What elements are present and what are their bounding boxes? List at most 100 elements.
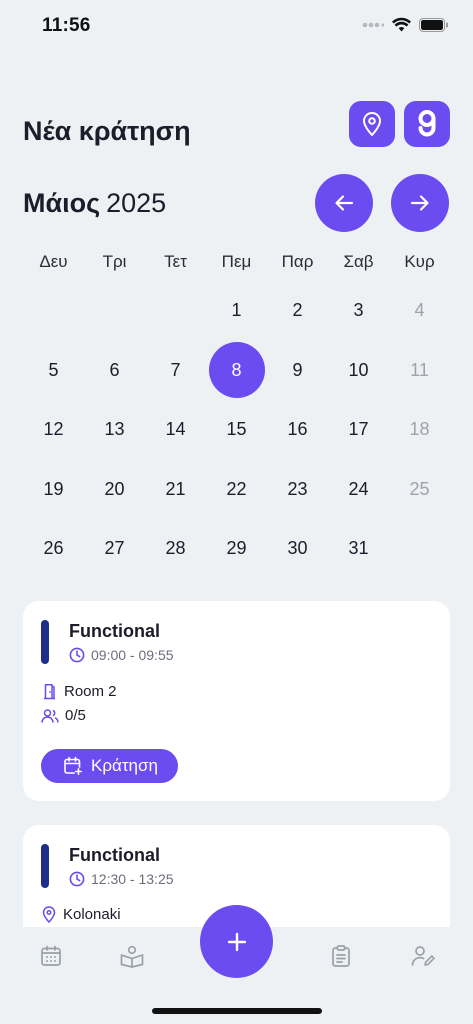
calendar-day[interactable]: 30 — [267, 519, 328, 579]
calendar-day-number: 26 — [43, 538, 64, 559]
calendar-day[interactable]: 26 — [23, 519, 84, 579]
calendar-day-number: 20 — [104, 478, 125, 499]
class-capacity-text: 0/5 — [65, 707, 86, 724]
calendar-day[interactable]: 27 — [84, 519, 145, 579]
calendar-day[interactable]: 29 — [206, 519, 267, 579]
class-location: Kolonaki — [41, 906, 121, 923]
page-title: Νέα κράτηση — [23, 116, 191, 146]
nav-profile[interactable] — [410, 943, 436, 969]
calendar-day[interactable]: 31 — [328, 519, 389, 579]
calendar-day-number: 10 — [348, 359, 369, 380]
arrow-left-icon — [335, 195, 354, 211]
calendar-day-number: 9 — [292, 359, 303, 380]
arrow-right-icon — [410, 195, 429, 211]
status-time: 11:56 — [42, 15, 91, 36]
month-label: Μάιος — [23, 188, 101, 218]
calendar-day[interactable]: 21 — [145, 460, 206, 520]
calendar-day[interactable]: 24 — [328, 460, 389, 520]
class-room-text: Room 2 — [64, 683, 117, 700]
calendar-empty-cell — [84, 281, 145, 341]
calendar-day[interactable]: 20 — [84, 460, 145, 520]
calendar-day[interactable]: 4 — [389, 281, 450, 341]
weekday-label: Δευ — [39, 252, 68, 271]
calendar-day[interactable]: 7 — [145, 341, 206, 401]
calendar-day-number: 15 — [226, 419, 247, 440]
weekday-header: Δευ Τρι Τετ Πεμ Παρ Σαβ Κυρ — [23, 252, 450, 272]
gym-logo-icon — [418, 110, 436, 137]
calendar-day[interactable]: 5 — [23, 341, 84, 401]
calendar-day[interactable]: 22 — [206, 460, 267, 520]
calendar-day[interactable]: 14 — [145, 400, 206, 460]
calendar-day[interactable]: 15 — [206, 400, 267, 460]
class-time-text: 12:30 - 13:25 — [91, 871, 174, 887]
wifi-icon — [392, 17, 411, 32]
calendar-day-number: 31 — [348, 538, 369, 559]
gym-logo-button[interactable] — [404, 101, 450, 147]
calendar-day[interactable]: 28 — [145, 519, 206, 579]
calendar-day-number: 17 — [348, 419, 369, 440]
calendar-day-number: 12 — [43, 419, 64, 440]
weekday-label: Τρι — [102, 252, 127, 271]
signal-dots-icon — [362, 22, 384, 27]
calendar-day[interactable]: 12 — [23, 400, 84, 460]
location-button[interactable] — [349, 101, 395, 147]
calendar-day-number: 18 — [409, 419, 430, 440]
next-month-button[interactable] — [391, 174, 449, 232]
class-card[interactable]: Functional 09:00 - 09:55 Room 2 0/5 Κράτ… — [23, 601, 450, 801]
class-time-text: 09:00 - 09:55 — [91, 647, 174, 663]
calendar-icon — [41, 945, 61, 966]
calendar-day-number: 11 — [410, 359, 429, 380]
class-capacity: 0/5 — [41, 707, 86, 724]
calendar-day[interactable]: 11 — [389, 341, 450, 401]
book-button[interactable]: Κράτηση — [41, 749, 178, 783]
calendar-day[interactable]: 18 — [389, 400, 450, 460]
calendar-empty-cell — [389, 519, 450, 579]
calendar-add-icon — [64, 756, 83, 776]
nav-reader[interactable] — [119, 943, 145, 969]
calendar-day[interactable]: 10 — [328, 341, 389, 401]
calendar-day-number: 23 — [287, 478, 308, 499]
calendar-day-number: 22 — [226, 478, 247, 499]
calendar-day[interactable]: 9 — [267, 341, 328, 401]
calendar-empty-cell — [23, 281, 84, 341]
calendar-day[interactable]: 16 — [267, 400, 328, 460]
calendar-day-number: 25 — [409, 478, 430, 499]
class-name: Functional — [69, 621, 160, 641]
calendar-day[interactable]: 1 — [206, 281, 267, 341]
calendar-day[interactable]: 17 — [328, 400, 389, 460]
calendar-day-number: 4 — [414, 300, 425, 321]
home-indicator — [152, 1008, 322, 1014]
calendar-day-number: 1 — [231, 300, 242, 321]
calendar-day[interactable]: 19 — [23, 460, 84, 520]
location-pin-icon — [363, 112, 381, 136]
clock-icon — [69, 647, 85, 663]
calendar-empty-cell — [145, 281, 206, 341]
class-color-bar — [41, 620, 49, 664]
calendar-day-number: 8 — [208, 342, 265, 399]
calendar-day-number: 28 — [165, 538, 186, 559]
calendar-day-number: 2 — [292, 300, 303, 321]
class-name: Functional — [69, 845, 160, 865]
weekday-label: Παρ — [281, 252, 314, 271]
calendar-day-number: 7 — [170, 359, 181, 380]
calendar-day[interactable]: 2 — [267, 281, 328, 341]
reader-icon — [120, 945, 144, 968]
nav-clipboard[interactable] — [328, 943, 354, 969]
previous-month-button[interactable] — [315, 174, 373, 232]
calendar-day[interactable]: 3 — [328, 281, 389, 341]
nav-calendar[interactable] — [38, 943, 64, 969]
calendar-day[interactable]: 8 — [206, 341, 267, 401]
calendar-day[interactable]: 25 — [389, 460, 450, 520]
calendar-day[interactable]: 23 — [267, 460, 328, 520]
calendar-day-number: 30 — [287, 538, 308, 559]
clipboard-icon — [332, 945, 350, 967]
calendar-day[interactable]: 6 — [84, 341, 145, 401]
calendar-day-number: 27 — [104, 538, 125, 559]
month-year-label: Μάιος 2025 — [23, 188, 166, 219]
calendar-grid: 1 2 3 4 5 6 7 8 9 10 11 12 13 14 15 16 17 18 19 20 21 22 23 24 2… — [23, 281, 450, 579]
calendar-day[interactable]: 13 — [84, 400, 145, 460]
add-button[interactable] — [200, 905, 273, 978]
users-icon — [41, 708, 59, 723]
calendar-day-number: 3 — [353, 300, 364, 321]
battery-icon — [419, 17, 448, 32]
